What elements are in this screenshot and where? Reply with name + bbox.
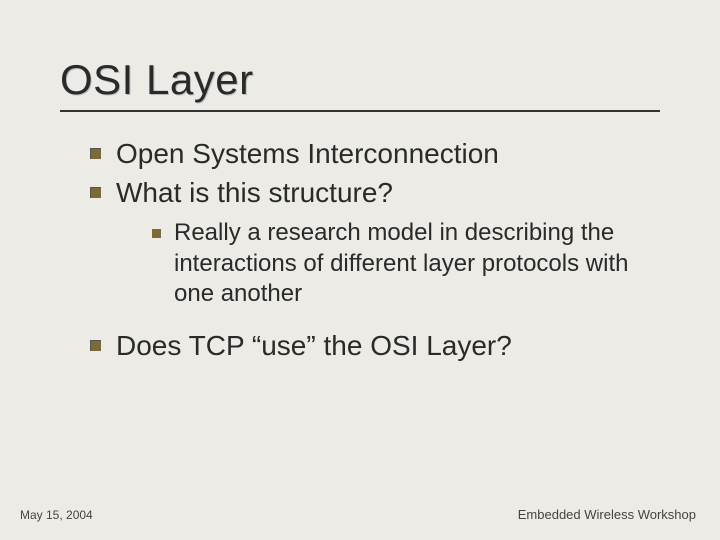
bullet-item: Does TCP “use” the OSI Layer? [90,328,670,363]
bullet-text: Open Systems Interconnection [116,138,499,169]
bullet-item: What is this structure? Really a researc… [90,175,670,310]
slide: OSI Layer Open Systems Interconnection W… [0,0,720,540]
sub-bullet-list: Really a research model in describing th… [116,218,670,310]
sub-bullet-text: Really a research model in describing th… [174,219,628,307]
bullet-item: Open Systems Interconnection [90,136,670,171]
footer-date: May 15, 2004 [20,508,93,522]
title-container: OSI Layer [60,56,660,112]
bullet-text: What is this structure? [116,177,393,208]
bullet-list: Open Systems Interconnection What is thi… [90,136,670,367]
footer-event: Embedded Wireless Workshop [518,507,696,522]
slide-title: OSI Layer [60,56,660,104]
bullet-text: Does TCP “use” the OSI Layer? [116,330,512,361]
sub-bullet-item: Really a research model in describing th… [152,218,670,310]
